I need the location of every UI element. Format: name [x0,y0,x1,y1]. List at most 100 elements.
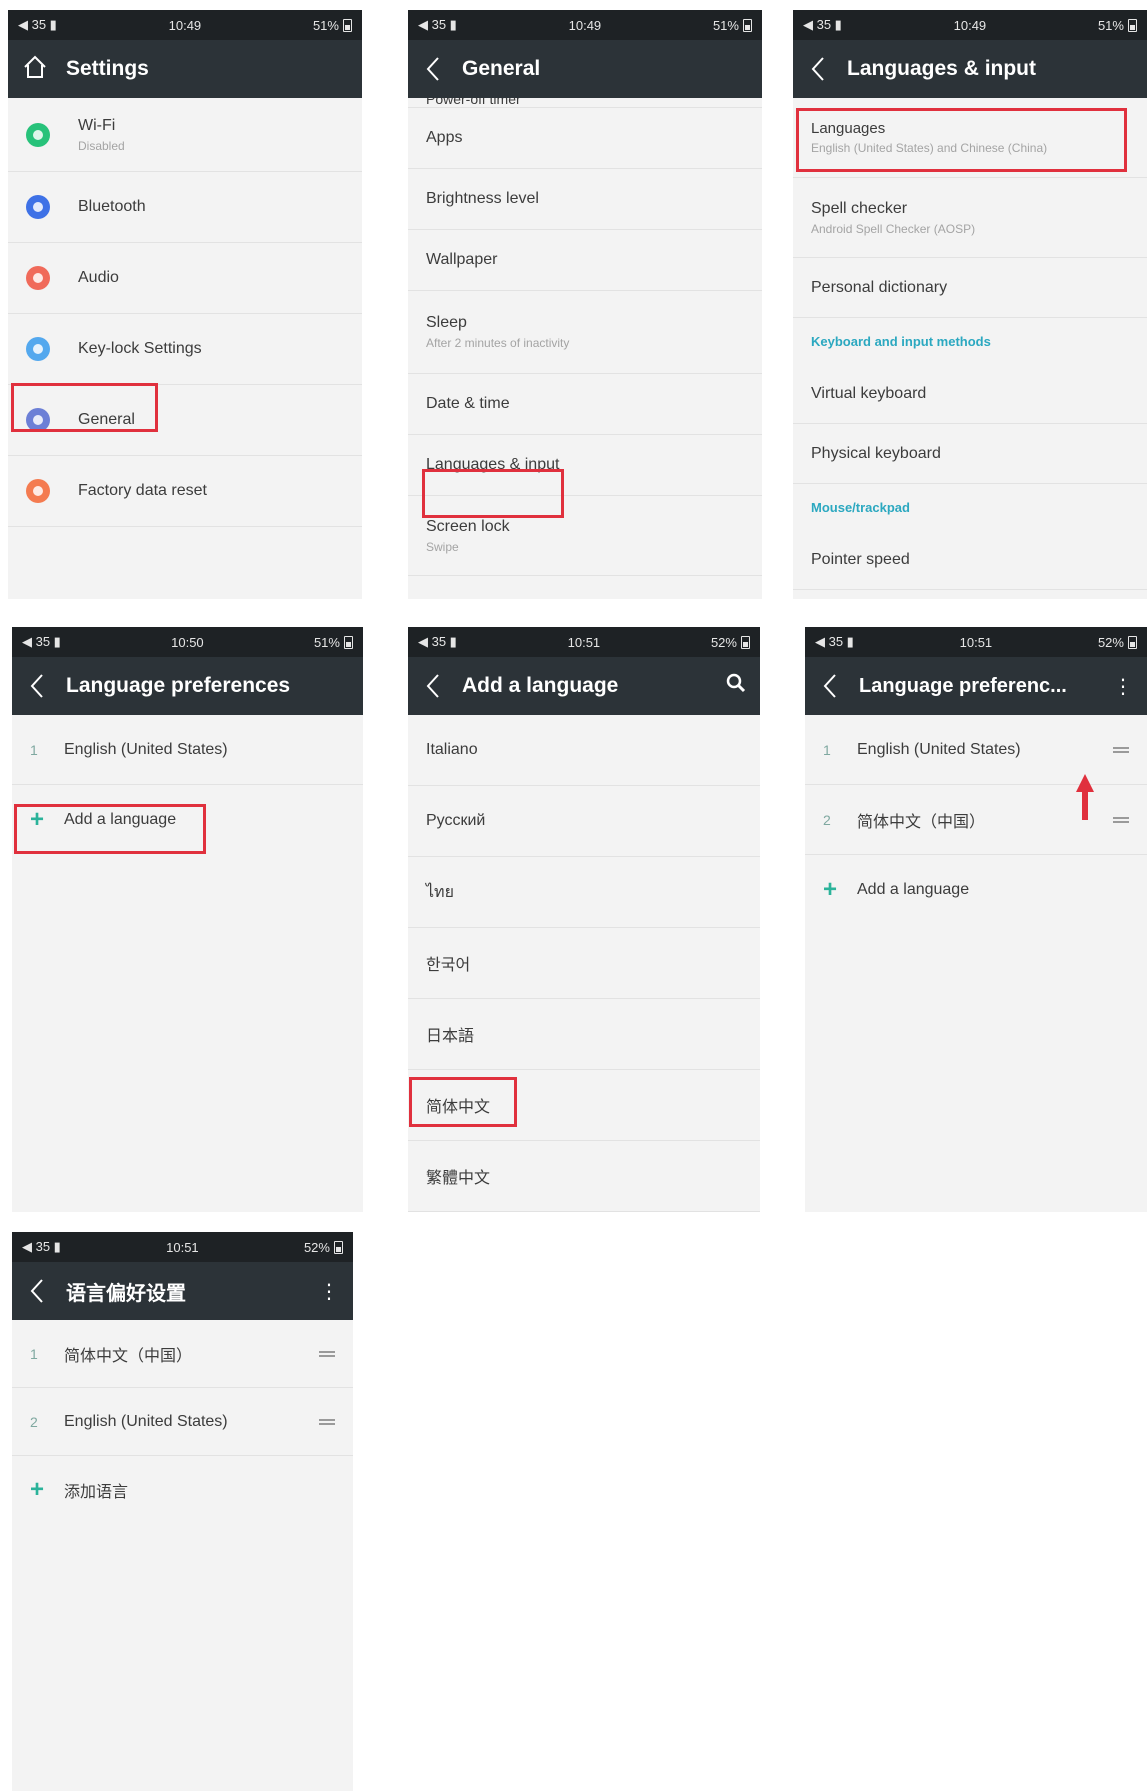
search-icon[interactable] [726,673,746,699]
drag-handle-icon[interactable] [319,1418,335,1425]
back-arrow-icon[interactable] [422,671,444,701]
battery-icon [343,635,353,649]
section-header-label: Keyboard and input methods [811,333,991,349]
language-option[interactable]: 한국어 [408,928,760,999]
settings-item-sub: Swipe [426,539,459,554]
settings-item-label: Apps [426,129,463,146]
add-language-button[interactable]: + Add a language [805,855,1147,925]
add-language-screen: ◀ 35 ▮ 10:51 52% Add a language Italiano… [408,627,760,1212]
status-indicators: ◀ 35 ▮ [22,634,61,649]
settings-item-sleep[interactable]: Sleep After 2 minutes of inactivity [408,291,762,374]
language-item[interactable]: 2 简体中文（中国） [805,785,1147,855]
settings-item-label: General [78,411,135,428]
settings-item-apps[interactable]: Apps [408,108,762,169]
language-item[interactable]: 1 English (United States) [805,715,1147,785]
settings-item-personal-dictionary[interactable]: Personal dictionary [793,258,1147,318]
section-header-keyboard: Keyboard and input methods [793,318,1147,364]
settings-item-label: Personal dictionary [811,278,948,296]
settings-item-pointer-speed[interactable]: Pointer speed [793,530,1147,590]
battery-icon [1127,635,1137,649]
language-option-simplified-chinese[interactable]: 简体中文 [408,1070,760,1141]
factory-reset-icon [26,479,50,503]
language-option[interactable]: Русский [408,786,760,857]
app-bar: Add a language [408,657,760,715]
language-label: English (United States) [857,740,1021,758]
plus-icon: + [823,876,838,903]
settings-item-wifi[interactable]: Wi-Fi Disabled [8,98,362,172]
back-arrow-icon[interactable] [26,1276,48,1306]
battery-level: 52% [303,1239,330,1255]
language-item[interactable]: 1 English (United States) [12,715,363,785]
language-option-label: 한국어 [426,957,471,974]
page-title: Languages & input [847,57,1036,80]
languages-input-screen: ◀ 35 ▮ 10:49 51% Languages & input Langu… [793,10,1147,599]
settings-item-sub: Disabled [78,138,125,153]
settings-item-audio[interactable]: Audio [8,243,362,314]
language-option[interactable]: ไทย [408,857,760,928]
status-time: 10:51 [959,634,993,650]
drag-handle-icon[interactable] [1113,746,1129,753]
settings-item-cut[interactable]: Power-off timer [408,98,762,108]
language-option-label: Italiano [426,741,478,758]
drag-handle-icon[interactable] [1113,816,1129,823]
status-time: 10:51 [166,1239,199,1255]
page-title: Language preferences [66,674,291,697]
back-arrow-icon[interactable] [422,54,444,84]
settings-item-virtual-keyboard[interactable]: Virtual keyboard [793,364,1147,424]
overflow-menu-icon[interactable]: ⋮ [319,1279,339,1304]
status-indicators: ◀ 35 ▮ [22,1239,61,1254]
battery-icon [740,635,750,649]
settings-screen: ◀ 35 ▮ 10:49 51% Settings Wi-Fi Disabled … [8,10,362,599]
add-language-label: Add a language [64,811,177,828]
overflow-menu-icon[interactable]: ⋮ [1113,674,1133,699]
settings-item-date-time[interactable]: Date & time [408,374,762,435]
add-language-button[interactable]: + 添加语言 [12,1456,353,1524]
language-item[interactable]: 1 简体中文（中国） [12,1320,353,1388]
settings-item-spell-checker[interactable]: Spell checker Android Spell Checker (AOSP… [793,178,1147,258]
page-title: 语言偏好设置 [66,1282,186,1305]
plus-icon: + [30,806,45,833]
bluetooth-icon [26,195,50,219]
language-option[interactable]: Italiano [408,715,760,786]
back-arrow-icon[interactable] [819,671,841,701]
drag-handle-icon[interactable] [319,1350,335,1357]
settings-item-label: Virtual keyboard [811,384,927,402]
settings-item-factory-reset[interactable]: Factory data reset [8,456,362,527]
settings-item-general[interactable]: General [8,385,362,456]
add-language-label: 添加语言 [64,1484,129,1501]
battery-level: 51% [1097,17,1124,33]
status-bar: ◀ 35 ▮ 10:51 52% [408,627,760,657]
language-option-label: 繁體中文 [426,1170,491,1187]
status-time: 10:51 [567,634,601,650]
battery-icon [742,18,752,32]
back-arrow-icon[interactable] [807,54,829,84]
status-bar: ◀ 35 ▮ 10:51 52% [805,627,1147,657]
language-option[interactable]: 日本語 [408,999,760,1070]
settings-item-brightness[interactable]: Brightness level [408,169,762,230]
settings-item-sub: Android Spell Checker (AOSP) [811,221,976,236]
general-screen: ◀ 35 ▮ 10:49 51% General Power-off timer… [408,10,762,599]
settings-item-languages-input[interactable]: Languages & input [408,435,762,496]
add-language-label: Add a language [857,881,970,898]
status-bar: ◀ 35 ▮ 10:50 51% [12,627,363,657]
language-item[interactable]: 2 English (United States) [12,1388,353,1456]
plus-icon: + [30,1476,45,1503]
battery-level: 52% [710,634,737,650]
settings-item-physical-keyboard[interactable]: Physical keyboard [793,424,1147,484]
settings-item-label: Bluetooth [78,198,146,215]
add-language-button[interactable]: + Add a language [12,785,363,855]
back-arrow-icon[interactable] [26,671,48,701]
settings-item-languages[interactable]: Languages English (United States) and Chi… [793,98,1147,178]
app-bar: Language preferences [12,657,363,715]
settings-item-key-lock[interactable]: Key-lock Settings [8,314,362,385]
language-order-number: 1 [30,741,38,758]
settings-item-screen-lock[interactable]: Screen lock Swipe [408,496,762,576]
home-icon[interactable] [22,54,48,85]
language-label: English (United States) [64,1412,228,1430]
up-arrow-icon [1076,774,1094,820]
settings-item-bluetooth[interactable]: Bluetooth [8,172,362,243]
settings-item-wallpaper[interactable]: Wallpaper [408,230,762,291]
language-preferences-chinese-screen: ◀ 35 ▮ 10:51 52% 语言偏好设置 ⋮ 1 简体中文（中国） 2 E… [12,1232,353,1791]
language-option[interactable]: 繁體中文 [408,1141,760,1212]
language-label: 简体中文（中国） [64,1347,193,1365]
